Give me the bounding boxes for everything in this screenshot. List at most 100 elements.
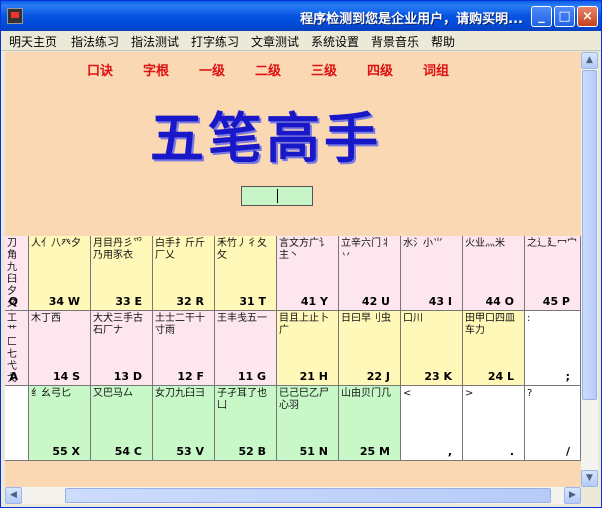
key-label: 21 H (299, 370, 328, 383)
nav-level-2[interactable]: 二级 (255, 60, 281, 79)
key-roots: 之辶廴冖宀 (527, 238, 577, 249)
key-12-f: 土士二干十寸雨 12 F (153, 311, 215, 386)
window-title: 程序检测到您是企业用户，请购买明... (300, 12, 523, 27)
scrollbar-corner (581, 487, 598, 504)
key-33-e: 月目丹彡爫乃用豕衣 33 E (91, 236, 153, 311)
app-title: 五笔高手 (150, 107, 382, 170)
nav-mnemonic[interactable]: 口诀 (87, 60, 113, 79)
key-label: , (447, 445, 452, 458)
key-21-h: 目且上止卜广 21 H (277, 311, 339, 386)
key-roots: 言文方广讠主丶 (279, 238, 329, 261)
typing-input[interactable] (241, 186, 313, 206)
scroll-right-button[interactable]: ▶ (564, 487, 581, 504)
key-label: 44 O (485, 295, 515, 308)
key-25-m: 山由贝门几 25 M (339, 386, 401, 461)
menu-item-help[interactable]: 帮助 (431, 33, 455, 50)
key-label: 11 G (237, 370, 266, 383)
scroll-left-button[interactable]: ◀ (5, 487, 22, 504)
nav-roots[interactable]: 字根 (143, 60, 169, 79)
key-roots: 山由贝门几 (341, 388, 391, 399)
key-roots: 王丰戋五一 (217, 313, 267, 324)
key-,: <, (401, 386, 463, 461)
key-roots: 立辛六门丬丷 (341, 238, 391, 261)
key-roots: ? (527, 388, 533, 399)
key-label: 24 L (487, 370, 514, 383)
key-53-v: 女刀九臼彐 53 V (153, 386, 215, 461)
key-42-u: 立辛六门丬丷 42 U (339, 236, 401, 311)
horizontal-scrollbar[interactable]: ◀ ▶ (5, 487, 581, 504)
scroll-down-button[interactable]: ▼ (581, 470, 598, 487)
maximize-button[interactable]: □ (554, 6, 575, 27)
key-roots: 口川 (403, 313, 423, 324)
menu-item-music[interactable]: 背景音乐 (371, 33, 419, 50)
key-q: 刀角九臼夕夂夊Q (5, 236, 29, 311)
key-52-b: 子孑耳了也凵 52 B (215, 386, 277, 461)
menu-item-home[interactable]: 明天主页 (9, 33, 57, 50)
key-label: 51 N (299, 445, 328, 458)
key-label: 14 S (52, 370, 80, 383)
app-icon[interactable] (7, 8, 23, 24)
key-31-t: 禾竹丿彳夂攵 31 T (215, 236, 277, 311)
menu-item-finger-practice[interactable]: 指法练习 (71, 33, 119, 50)
text-cursor (277, 189, 278, 203)
nav-level-3[interactable]: 三级 (311, 60, 337, 79)
key-label: 53 V (176, 445, 204, 458)
key-32-r: 白手扌斤斤厂乂 32 R (153, 236, 215, 311)
menu-item-typing-practice[interactable]: 打字练习 (191, 33, 239, 50)
content-area: 口诀 字根 一级 二级 三级 四级 词组 五笔高手 刀角九臼夕夂夊Q人亻八癶夕 3… (5, 52, 581, 487)
horizontal-scroll-thumb[interactable] (65, 488, 551, 503)
key-roots: 又巴马厶 (93, 388, 133, 399)
scroll-up-button[interactable]: ▲ (581, 52, 598, 69)
key-label: / (565, 445, 570, 458)
vertical-scroll-thumb[interactable] (582, 70, 597, 400)
key-label: 13 D (113, 370, 142, 383)
key-roots: 人亻八癶夕 (31, 238, 81, 249)
key-label: 52 B (238, 445, 266, 458)
nav-phrases[interactable]: 词组 (423, 60, 449, 79)
key-label: 33 E (115, 295, 142, 308)
key-45-p: 之辶廴冖宀 45 P (525, 236, 581, 311)
key-23-k: 口川 23 K (401, 311, 463, 386)
key-roots: 大犬三手古石厂ナ (93, 313, 143, 336)
key-label: 55 X (52, 445, 80, 458)
close-button[interactable]: × (577, 6, 598, 27)
key-24-l: 田甲口四皿车力 24 L (463, 311, 525, 386)
key-label: 42 U (361, 295, 390, 308)
keyboard-map: 刀角九臼夕夂夊Q人亻八癶夕 34 W 月目丹彡爫乃用豕衣 33 E 白手扌斤斤厂乂 32 … (5, 236, 581, 461)
key-label: 34 W (48, 295, 80, 308)
key-11-g: 王丰戋五一 11 G (215, 311, 277, 386)
key-roots: 土士二干十寸雨 (155, 313, 205, 336)
main-window: 程序检测到您是企业用户，请购买明... _ □ × 明天主页 指法练习 指法测试… (0, 0, 602, 508)
key-label: 45 P (542, 295, 570, 308)
key-label: . (509, 445, 514, 458)
key-43-i: 水氵小⺌ 43 I (401, 236, 463, 311)
nav-level-1[interactable]: 一级 (199, 60, 225, 79)
menu-bar: 明天主页 指法练习 指法测试 打字练习 文章测试 系统设置 背景音乐 帮助 (1, 31, 601, 51)
key-roots: > (465, 388, 474, 399)
key-roots: 日曰早刂虫 (341, 313, 391, 324)
key-54-c: 又巴马厶 54 C (91, 386, 153, 461)
key-14-s: 木丁西 14 S (29, 311, 91, 386)
key-label: 25 M (359, 445, 390, 458)
menu-item-article-test[interactable]: 文章测试 (251, 33, 299, 50)
key-roots: 田甲口四皿车力 (465, 313, 515, 336)
key-roots: 子孑耳了也凵 (217, 388, 267, 411)
key-label: 32 R (176, 295, 204, 308)
key-34-w: 人亻八癶夕 34 W (29, 236, 91, 311)
menu-item-settings[interactable]: 系统设置 (311, 33, 359, 50)
key-roots: 木丁西 (31, 313, 61, 324)
key-roots: 火业灬米 (465, 238, 505, 249)
menu-item-finger-test[interactable]: 指法测试 (131, 33, 179, 50)
title-bar[interactable]: 程序检测到您是企业用户，请购买明... _ □ × (1, 1, 601, 31)
key-55-x: 纟幺弓匕 55 X (29, 386, 91, 461)
vertical-scrollbar[interactable]: ▲ ▼ (581, 52, 598, 487)
key-label: 23 K (424, 370, 452, 383)
key-roots: 月目丹彡爫乃用豕衣 (93, 238, 143, 261)
key-label: A (9, 370, 18, 383)
key-label: Q (8, 295, 18, 308)
nav-level-4[interactable]: 四级 (367, 60, 393, 79)
minimize-button[interactable]: _ (531, 6, 552, 27)
key-44-o: 火业灬米 44 O (463, 236, 525, 311)
key-roots: 水氵小⺌ (403, 238, 443, 249)
key-roots: 目且上止卜广 (279, 313, 329, 336)
